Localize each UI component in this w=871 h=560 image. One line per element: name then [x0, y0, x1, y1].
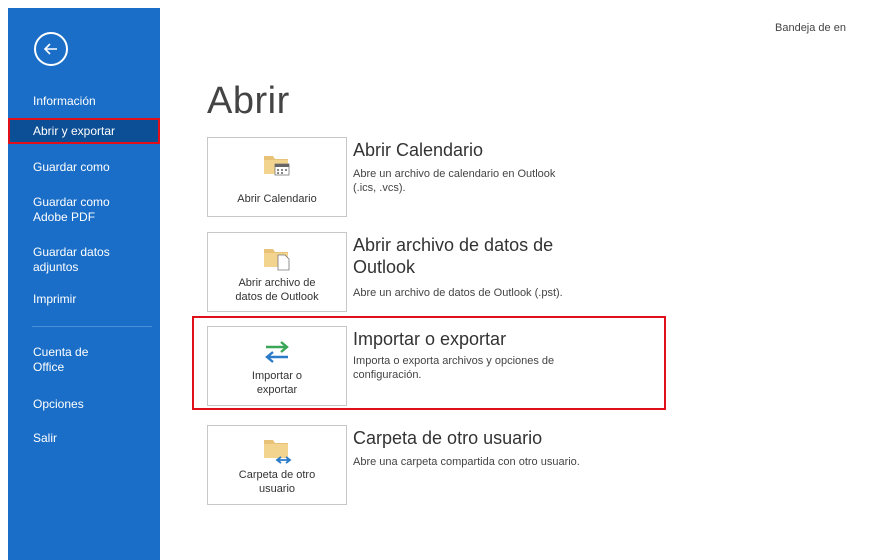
nav-opciones[interactable]: Opciones — [8, 397, 160, 412]
page-title: Abrir — [207, 80, 290, 122]
nav-label: Guardar como — [33, 160, 110, 174]
backstage-sidebar: Información Abrir y exportar Guardar com… — [8, 8, 160, 560]
option-description: Abre una carpeta compartida con otro usu… — [353, 456, 580, 468]
option-title: Abrir Calendario — [353, 140, 484, 160]
option-abrir-calendario: Abrir Calendario Abrir Calendario Abre u… — [207, 137, 677, 217]
highlight-annotation-box — [192, 316, 666, 410]
option-carpeta-otro-usuario: Carpeta de otro usuario Carpeta de otro … — [207, 425, 677, 505]
nav-label: Opciones — [33, 397, 84, 411]
nav-label: Abrir y exportar — [33, 124, 116, 138]
shared-folder-icon — [264, 440, 292, 464]
abrir-calendario-button[interactable]: Abrir Calendario — [207, 137, 347, 217]
nav-label: Cuenta de Office — [33, 345, 89, 374]
nav-salir[interactable]: Salir — [8, 431, 160, 446]
abrir-archivo-datos-button[interactable]: Abrir archivo de datos de Outlook — [207, 232, 347, 312]
inbox-label: Bandeja de en — [775, 22, 846, 34]
nav-guardar-datos-adjuntos[interactable]: Guardar datos adjuntos — [8, 245, 160, 275]
folder-calendar-icon — [264, 156, 290, 176]
nav-abrir-y-exportar[interactable]: Abrir y exportar — [8, 118, 160, 144]
folder-file-icon — [264, 249, 290, 271]
option-description: Abre un archivo de calendario en Outlook… — [353, 168, 556, 194]
nav-label: Salir — [33, 431, 58, 445]
nav-divider — [32, 326, 152, 327]
nav-guardar-como[interactable]: Guardar como — [8, 160, 160, 175]
back-arrow-icon — [43, 43, 57, 55]
tile-label: Abrir archivo de datos de Outlook — [235, 277, 319, 303]
tile-label: Abrir Calendario — [237, 193, 317, 205]
nav-label: Información — [33, 94, 96, 108]
nav-guardar-como-pdf[interactable]: Guardar como Adobe PDF — [8, 195, 160, 225]
nav-cuenta-de-office[interactable]: Cuenta de Office — [8, 345, 160, 375]
option-abrir-archivo-datos: Abrir archivo de datos de Outlook Abrir … — [207, 232, 677, 312]
nav-imprimir[interactable]: Imprimir — [8, 292, 160, 307]
tile-label: Carpeta de otro usuario — [238, 469, 316, 495]
option-title: Abrir archivo de datos de Outlook — [353, 235, 554, 277]
nav-informacion[interactable]: Información — [8, 94, 160, 109]
nav-label: Guardar datos adjuntos — [33, 245, 110, 274]
nav-label: Guardar como Adobe PDF — [33, 195, 110, 224]
back-button[interactable] — [34, 32, 68, 66]
option-description: Abre un archivo de datos de Outlook (.ps… — [353, 287, 563, 299]
option-title: Carpeta de otro usuario — [353, 428, 543, 448]
carpeta-otro-usuario-button[interactable]: Carpeta de otro usuario — [207, 425, 347, 505]
nav-label: Imprimir — [33, 292, 77, 306]
